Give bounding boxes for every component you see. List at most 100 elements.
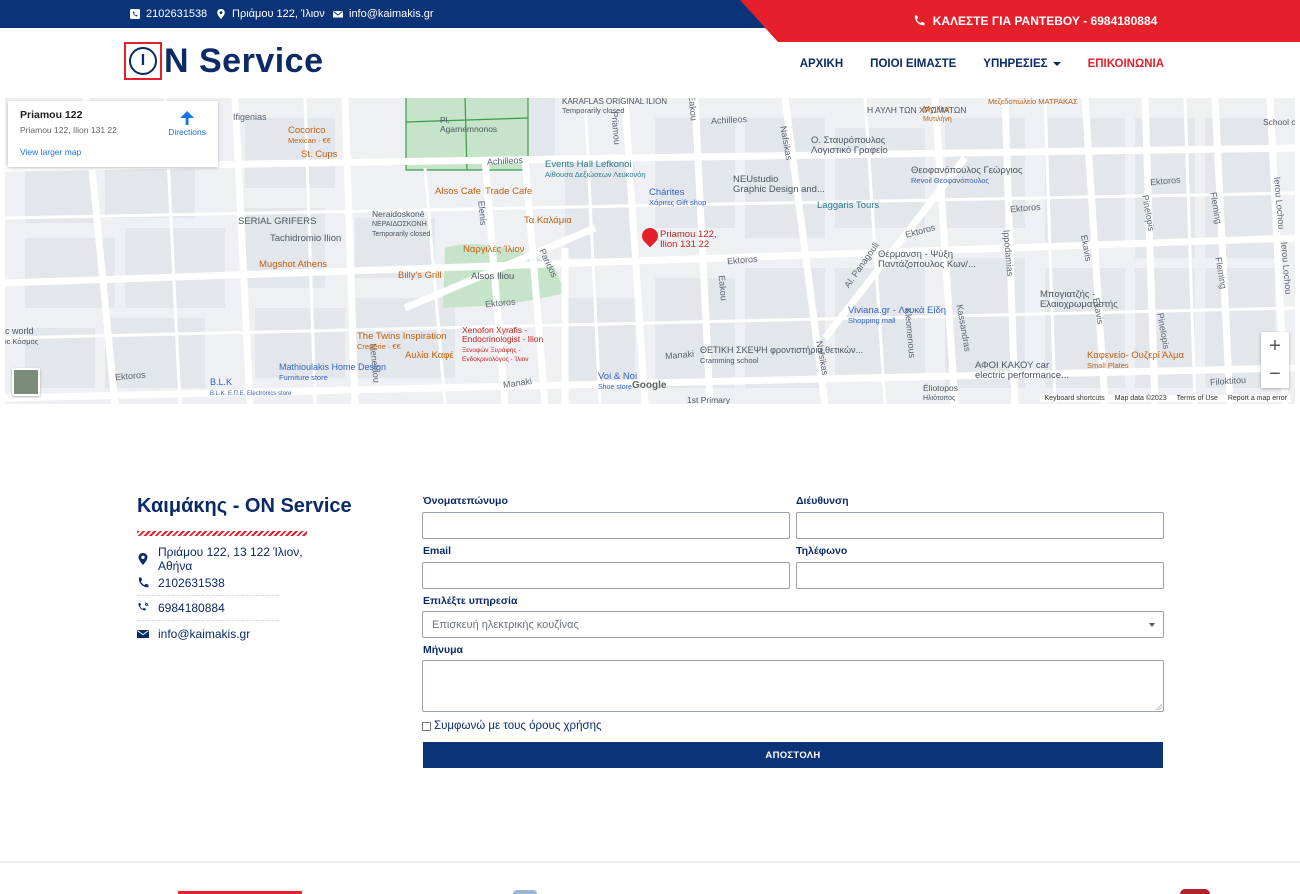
poi-name: Καφενείο- Ουζερί Άλμα bbox=[1087, 350, 1184, 361]
service-select[interactable]: Επισκευή ηλεκτρικής κουζίνας bbox=[422, 611, 1164, 638]
street-label: Achilleos bbox=[486, 155, 524, 167]
google-map[interactable]: Ifigenias Achilleos Achilleos Ektoros Ek… bbox=[5, 98, 1295, 404]
topbar-email[interactable]: info@kaimakis.gr bbox=[333, 0, 434, 28]
nav-contact[interactable]: ΕΠΙΚΟΙΝΩΝΙΑ bbox=[1088, 58, 1164, 70]
satellite-toggle[interactable] bbox=[12, 368, 40, 396]
contact-phone[interactable]: 2102631538 bbox=[137, 571, 279, 596]
terms-link[interactable]: Terms of Use bbox=[1177, 395, 1218, 402]
name-field[interactable] bbox=[422, 512, 790, 539]
view-larger-map-link[interactable]: View larger map bbox=[20, 147, 206, 157]
map-poi[interactable]: Θεοφανόπουλος Γεώργιος Revoil Θεοφανόπουλ… bbox=[911, 165, 1023, 187]
poi-name: B.L.K bbox=[210, 377, 233, 387]
email-field[interactable] bbox=[422, 562, 790, 589]
map-poi[interactable]: Mugshot Athens bbox=[259, 259, 327, 270]
email-label: Email bbox=[423, 545, 452, 557]
pin-label-line2: Ilion 131 22 bbox=[660, 239, 710, 251]
poi-sub: Μυτιλήνη bbox=[923, 116, 952, 124]
map-poi[interactable]: ΘΕΤΙΚΗ ΣΚΕΨΗ φροντιστήρια θετικών... Cram… bbox=[700, 345, 863, 366]
poi-name: Τα Καλάμια bbox=[524, 215, 572, 226]
map-poi[interactable]: Καφενείο- Ουζερί Άλμα Small Plates bbox=[1087, 350, 1184, 372]
map-poi[interactable]: ΑΦΟΙ ΚΑΚΟΥ car electric performance... bbox=[975, 360, 1075, 382]
map-poi[interactable]: Mathioulakis Home Design Furniture store bbox=[279, 362, 387, 383]
poi-name: Neraidoskonē bbox=[372, 209, 425, 219]
call-appointment-button[interactable]: ΚΑΛΕΣΤΕ ΓΙΑ ΡΑΝΤΕΒΟΥ - 6984180884 bbox=[740, 0, 1300, 42]
map-poi[interactable]: Tachidromio Ilion bbox=[270, 233, 341, 244]
location-pin-icon bbox=[138, 552, 148, 565]
message-textarea[interactable] bbox=[422, 660, 1164, 712]
poi-name: Pl. Agamemnonos bbox=[440, 115, 498, 135]
map-poi[interactable]: Pl. Agamemnonos bbox=[440, 115, 500, 135]
street-label: Eakou bbox=[686, 98, 699, 122]
phone-icon bbox=[138, 577, 149, 588]
map-poi[interactable]: Billy's Grill bbox=[398, 270, 442, 281]
topbar-phone-text: 2102631538 bbox=[146, 8, 208, 20]
poi-sub: Ηλιότοπος bbox=[923, 395, 956, 403]
zoom-in-button[interactable]: + bbox=[1261, 332, 1289, 360]
poi-name: Μπογιατζής - Ελαιοχρωματιστής bbox=[1040, 289, 1118, 311]
report-error-link[interactable]: Report a map error bbox=[1228, 395, 1287, 402]
map-poi[interactable]: B.L.K B.L.K. Ε.Π.Ε. Electronics store bbox=[210, 377, 291, 398]
map-poi[interactable]: Éliotopos Ηλιότοπος bbox=[923, 383, 958, 403]
zoom-out-button[interactable]: − bbox=[1261, 360, 1289, 388]
map-poi[interactable]: Xenofon Xyrafis - Endocrinologist - Ilio… bbox=[462, 325, 558, 364]
logo-mark: I bbox=[124, 42, 162, 80]
nav-home[interactable]: ΑΡΧΙΚΗ bbox=[800, 58, 843, 70]
footer-decoration bbox=[513, 890, 537, 894]
map-poi[interactable]: Θέρμανση - Ψύξη Παντάζοπουλος Κων/... bbox=[878, 249, 1008, 271]
topbar-phone[interactable]: 2102631538 bbox=[130, 0, 207, 28]
map-poi[interactable]: Αυλία Καφέ bbox=[405, 350, 454, 361]
directions-button[interactable]: Directions bbox=[168, 111, 206, 137]
nav-about[interactable]: ΠΟΙΟΙ ΕΙΜΑΣΤΕ bbox=[870, 58, 956, 70]
map-poi[interactable]: Alsos Iliou bbox=[471, 271, 514, 282]
site-logo[interactable]: I N Service bbox=[124, 42, 324, 80]
map-poi[interactable]: School of bbox=[1263, 117, 1295, 127]
map-poi[interactable]: Chárites Χάριτες Gift shop bbox=[649, 187, 706, 209]
terms-checkbox[interactable] bbox=[422, 721, 431, 731]
map-poi[interactable]: Events Hall Lefkonoi Αίθουσα Δεξιώσεων Λε… bbox=[545, 159, 646, 181]
nav-services-label: ΥΠΗΡΕΣΙΕΣ bbox=[983, 58, 1048, 70]
pin-label: Priamou 122, Ilion 131 22 bbox=[660, 229, 717, 251]
map-poi[interactable]: Laggaris Tours bbox=[817, 200, 879, 211]
contact-email[interactable]: info@kaimakis.gr bbox=[137, 621, 279, 646]
poi-name: Θεοφανόπουλος Γεώργιος bbox=[911, 165, 1023, 176]
map-poi[interactable]: Viviana.gr - Λευκά Είδη Shopping mall bbox=[848, 305, 946, 327]
poi-name: 1st Primary bbox=[687, 395, 730, 404]
topbar-address[interactable]: Πριάμου 122, Ίλιον bbox=[216, 0, 325, 28]
map-poi[interactable]: Trade Cafe bbox=[485, 186, 532, 197]
map-poi[interactable]: Μεζεδοπωλείο ΜΑΤΡΑΚΑΣ bbox=[988, 98, 1078, 106]
map-poi[interactable]: NEUstudio Graphic Design and... bbox=[733, 174, 825, 196]
phone-label: Τηλέφωνο bbox=[796, 545, 848, 557]
poi-sub: Revoil Θεοφανόπουλος bbox=[911, 176, 990, 186]
map-poi[interactable]: Neraidoskonē ΝΕΡΑΙΔΟΣΚΟΝΗ Temporarily clo… bbox=[372, 209, 462, 239]
street-label: Elenis bbox=[476, 200, 489, 226]
poi-name: Μεζεδοπωλείο ΜΑΤΡΑΚΑΣ bbox=[988, 98, 1078, 106]
map-poi[interactable]: Mytilini Μυτιλήνη bbox=[923, 104, 952, 124]
logo-letter: I bbox=[140, 52, 146, 69]
keyboard-shortcuts-link[interactable]: Keyboard shortcuts bbox=[1044, 395, 1104, 402]
poi-sub: Λογιστικό Γραφείο bbox=[811, 145, 888, 157]
map-poi[interactable]: SERIAL GRIFERS bbox=[238, 216, 316, 227]
terms-agreement[interactable]: Συμφωνώ με τους όρους χρήσης bbox=[422, 720, 602, 732]
map-poi[interactable]: St. Cups bbox=[301, 149, 337, 160]
nav-services[interactable]: ΥΠΗΡΕΣΙΕΣ bbox=[983, 58, 1061, 70]
map-poi[interactable]: Μπογιατζής - Ελαιοχρωματιστής bbox=[1040, 289, 1135, 311]
poi-sub: Cramming school bbox=[700, 355, 759, 365]
map-poi[interactable]: KARAFLAS ORIGINAL ILION Temporarily close… bbox=[562, 98, 667, 116]
address-field[interactable] bbox=[796, 512, 1164, 539]
map-poi[interactable]: c world ic Κόσμος bbox=[5, 326, 38, 347]
map-poi[interactable]: Alsos Cafe bbox=[435, 186, 481, 197]
poi-sub: Graphic Design and... bbox=[733, 184, 825, 196]
map-poi[interactable]: Ναργιλές Ίλιον bbox=[463, 244, 524, 255]
phone-icon bbox=[914, 15, 925, 26]
poi-sub: Ξενοφών Ξυράφης - Ενδοκρινολόγος - Ίλιον bbox=[462, 346, 529, 364]
phone-field[interactable] bbox=[796, 562, 1164, 589]
contact-mobile[interactable]: 6984180884 bbox=[137, 596, 279, 621]
map-poi[interactable]: 1st Primary bbox=[687, 395, 730, 404]
map-poi[interactable]: Ο. Σταυρόπουλος Λογιστικό Γραφείο bbox=[811, 135, 888, 157]
map-poi[interactable]: Cocorico Mexican · €€ bbox=[288, 125, 331, 147]
poi-name: Mathioulakis Home Design bbox=[279, 362, 387, 372]
resize-grip-icon[interactable] bbox=[1156, 704, 1162, 710]
street-label: Achilleos bbox=[710, 114, 748, 126]
submit-button[interactable]: ΑΠΟΣΤΟΛΗ bbox=[423, 742, 1163, 768]
map-poi[interactable]: Τα Καλάμια bbox=[524, 215, 572, 226]
